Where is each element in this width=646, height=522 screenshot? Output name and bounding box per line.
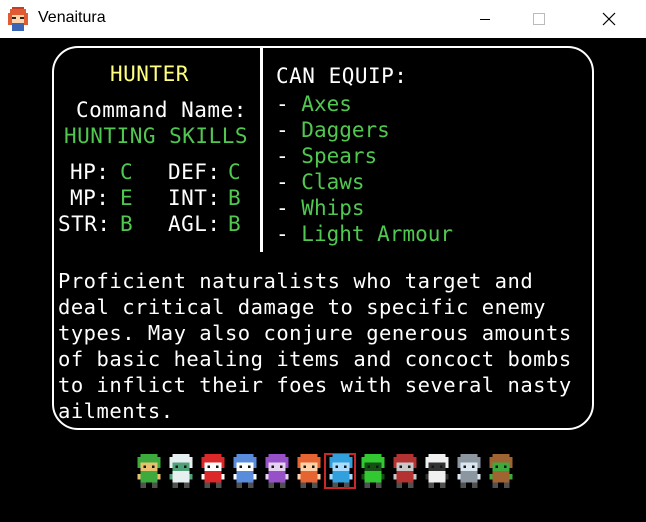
- equipment-item-label: Spears: [301, 144, 378, 168]
- window-title: Venaitura: [38, 9, 106, 26]
- equipment-item: - Spears: [276, 143, 453, 169]
- equipment-bullet: -: [276, 118, 302, 142]
- green-slime-sprite-icon[interactable]: [358, 454, 388, 488]
- stat-grade-mp: E: [120, 186, 134, 210]
- equipment-list: - Axes - Daggers - Spears - Claws - Whip…: [276, 91, 453, 247]
- stat-grade-def: C: [228, 160, 242, 184]
- orange-warrior-sprite-icon[interactable]: [294, 454, 324, 488]
- blue-mage-sprite-icon[interactable]: [230, 454, 260, 488]
- equipment-bullet: -: [276, 222, 302, 246]
- stat-label-def: DEF:: [168, 160, 221, 184]
- stat-grade-int: B: [228, 186, 242, 210]
- green-archer-sprite-icon[interactable]: [134, 454, 164, 488]
- brown-ranger-sprite-icon[interactable]: [486, 454, 516, 488]
- equipment-item: - Daggers: [276, 117, 453, 143]
- equipment-bullet: -: [276, 170, 302, 194]
- equipment-bullet: -: [276, 92, 302, 116]
- white-spirit-sprite-icon[interactable]: [166, 454, 196, 488]
- equipment-bullet: -: [276, 144, 302, 168]
- skull-ghost-sprite-icon[interactable]: [422, 454, 452, 488]
- maximize-icon: [533, 13, 545, 25]
- minimize-button[interactable]: [462, 0, 508, 38]
- equipment-item-label: Claws: [301, 170, 365, 194]
- close-button[interactable]: [586, 0, 632, 38]
- minimize-icon: [480, 19, 490, 20]
- close-icon: [602, 12, 616, 26]
- app-icon: [8, 7, 28, 31]
- equipment-item: - Claws: [276, 169, 453, 195]
- red-imp-sprite-icon[interactable]: [198, 454, 228, 488]
- equipment-item: - Whips: [276, 195, 453, 221]
- equipment-item: - Axes: [276, 91, 453, 117]
- stat-label-mp: MP:: [70, 186, 110, 210]
- stat-grade-hp: C: [120, 160, 134, 184]
- purple-witch-sprite-icon[interactable]: [262, 454, 292, 488]
- class-name: HUNTER: [110, 62, 189, 86]
- stat-label-str: STR:: [58, 212, 111, 236]
- stat-label-hp: HP:: [70, 160, 110, 184]
- equipment-bullet: -: [276, 196, 302, 220]
- red-knight-sprite-icon[interactable]: [390, 454, 420, 488]
- stat-grade-agl: B: [228, 212, 242, 236]
- stat-grade-str: B: [120, 212, 134, 236]
- panel-divider: [260, 48, 263, 252]
- gray-rogue-sprite-icon[interactable]: [454, 454, 484, 488]
- equipment-item-label: Daggers: [301, 118, 390, 142]
- maximize-button[interactable]: [516, 0, 562, 38]
- equipment-item-label: Light Armour: [301, 222, 454, 246]
- can-equip-title: CAN EQUIP:: [276, 64, 408, 88]
- equipment-item-label: Axes: [301, 92, 352, 116]
- class-description: Proficient naturalists who target and de…: [58, 269, 572, 423]
- command-name-value: HUNTING SKILLS: [64, 124, 249, 148]
- game-window: Venaitura HUNTER Command Name: HUNTING S…: [0, 0, 646, 522]
- stat-label-int: INT:: [168, 186, 221, 210]
- title-bar[interactable]: Venaitura: [0, 0, 646, 38]
- stat-label-agl: AGL:: [168, 212, 221, 236]
- equipment-item-label: Whips: [301, 196, 365, 220]
- equipment-item: - Light Armour: [276, 221, 453, 247]
- command-name-label: Command Name:: [76, 98, 247, 122]
- cyan-hunter-sprite-icon[interactable]: [326, 454, 356, 488]
